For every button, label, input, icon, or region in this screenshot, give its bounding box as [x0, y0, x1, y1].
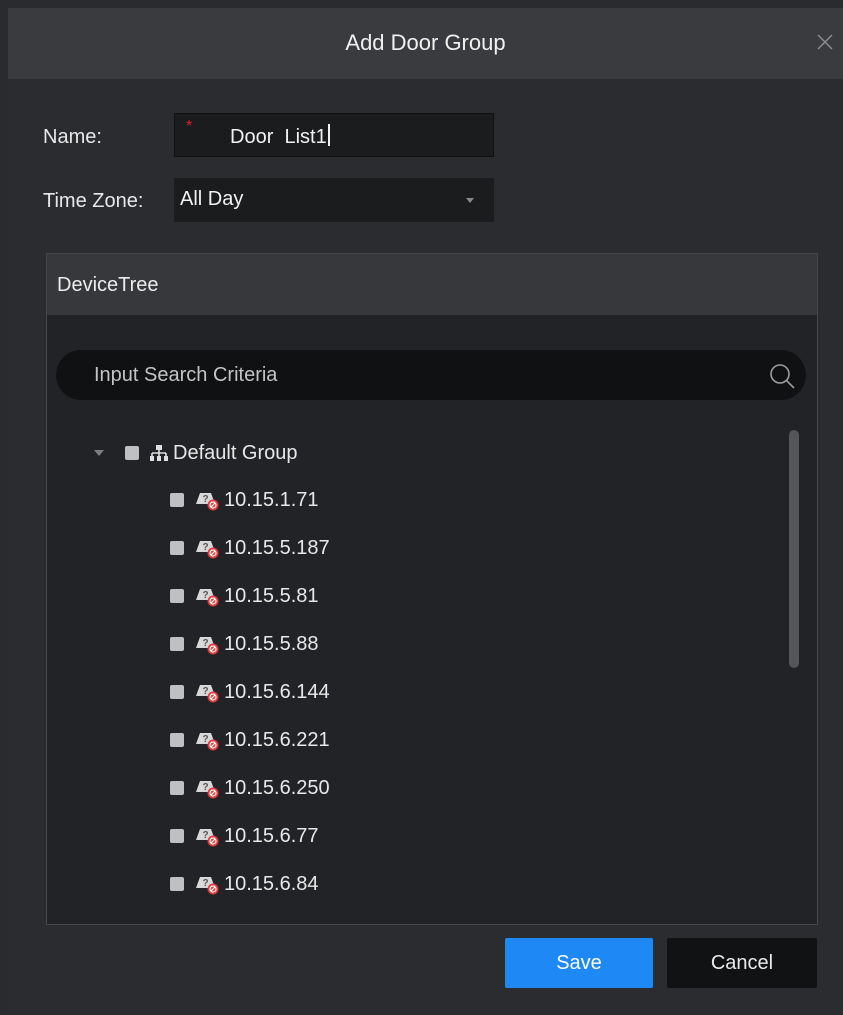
- device-label: 10.15.5.187: [224, 536, 330, 559]
- search-box: [56, 350, 806, 400]
- close-icon[interactable]: [813, 30, 837, 54]
- offline-device-icon: ?: [196, 685, 219, 703]
- svg-text:?: ?: [202, 878, 208, 889]
- device-checkbox[interactable]: [170, 541, 184, 555]
- group-checkbox[interactable]: [125, 446, 139, 460]
- group-label: Default Group: [173, 441, 298, 464]
- device-label: 10.15.1.71: [224, 488, 319, 511]
- device-tree-panel: DeviceTree Default Group ? 10.15.1.71? 10.…: [46, 253, 818, 925]
- required-mark: *: [186, 118, 193, 135]
- offline-device-icon: ?: [196, 541, 219, 559]
- device-checkbox[interactable]: [170, 589, 184, 603]
- svg-text:?: ?: [202, 494, 208, 505]
- svg-text:?: ?: [202, 542, 208, 553]
- svg-text:?: ?: [202, 734, 208, 745]
- tree-device-item[interactable]: ? 10.15.6.221: [170, 724, 330, 756]
- tree-device-item[interactable]: ? 10.15.5.88: [170, 628, 319, 660]
- network-group-icon: [150, 445, 168, 461]
- name-field[interactable]: * Door List1: [174, 113, 494, 157]
- offline-device-icon: ?: [196, 781, 219, 799]
- chevron-down-icon: [466, 198, 474, 203]
- tree-device-item[interactable]: ? 10.15.6.77: [170, 820, 319, 852]
- offline-device-icon: ?: [196, 877, 219, 895]
- dialog-title: Add Door Group: [345, 30, 506, 55]
- device-label: 10.15.6.250: [224, 776, 330, 799]
- offline-device-icon: ?: [196, 589, 219, 607]
- device-checkbox[interactable]: [170, 829, 184, 843]
- svg-text:?: ?: [202, 830, 208, 841]
- device-tree-title: DeviceTree: [57, 274, 159, 296]
- tree-device-item[interactable]: ? 10.15.5.187: [170, 532, 330, 564]
- device-checkbox[interactable]: [170, 685, 184, 699]
- text-caret: [327, 124, 330, 146]
- device-label: 10.15.6.144: [224, 680, 330, 703]
- tree-device-item[interactable]: ? 10.15.6.144: [170, 676, 330, 708]
- tree-scrollbar[interactable]: [789, 430, 799, 668]
- dialog-titlebar: Add Door Group: [8, 8, 843, 79]
- cancel-button[interactable]: Cancel: [667, 938, 817, 988]
- device-checkbox[interactable]: [170, 637, 184, 651]
- add-door-group-dialog: Add Door Group Name: * Door List1 Time Z…: [8, 8, 843, 1015]
- device-checkbox[interactable]: [170, 877, 184, 891]
- svg-text:?: ?: [202, 638, 208, 649]
- device-label: 10.15.6.221: [224, 728, 330, 751]
- time-zone-label: Time Zone:: [43, 190, 144, 212]
- tree-device-item[interactable]: ? 10.15.5.81: [170, 580, 319, 612]
- offline-device-icon: ?: [196, 829, 219, 847]
- tree-device-item[interactable]: ? 10.15.6.84: [170, 868, 319, 900]
- tree-group-default[interactable]: Default Group: [94, 437, 298, 469]
- device-label: 10.15.5.88: [224, 632, 319, 655]
- search-input[interactable]: [94, 350, 744, 400]
- device-checkbox[interactable]: [170, 733, 184, 747]
- device-label: 10.15.6.84: [224, 872, 319, 895]
- tree-device-item[interactable]: ? 10.15.1.71: [170, 484, 319, 516]
- device-checkbox[interactable]: [170, 493, 184, 507]
- svg-text:?: ?: [202, 686, 208, 697]
- device-checkbox[interactable]: [170, 781, 184, 795]
- offline-device-icon: ?: [196, 733, 219, 751]
- time-zone-select[interactable]: All Day: [174, 178, 494, 222]
- name-value: Door List1: [230, 126, 327, 148]
- device-label: 10.15.5.81: [224, 584, 319, 607]
- search-icon[interactable]: [768, 362, 796, 390]
- offline-device-icon: ?: [196, 637, 219, 655]
- device-tree-header: DeviceTree: [47, 254, 817, 315]
- offline-device-icon: ?: [196, 493, 219, 511]
- save-button[interactable]: Save: [505, 938, 653, 988]
- tree-device-item[interactable]: ? 10.15.6.250: [170, 772, 330, 804]
- svg-text:?: ?: [202, 782, 208, 793]
- expand-arrow-icon[interactable]: [94, 450, 104, 456]
- device-label: 10.15.6.77: [224, 824, 319, 847]
- time-zone-value: All Day: [180, 188, 244, 210]
- name-label: Name:: [43, 126, 102, 148]
- svg-text:?: ?: [202, 590, 208, 601]
